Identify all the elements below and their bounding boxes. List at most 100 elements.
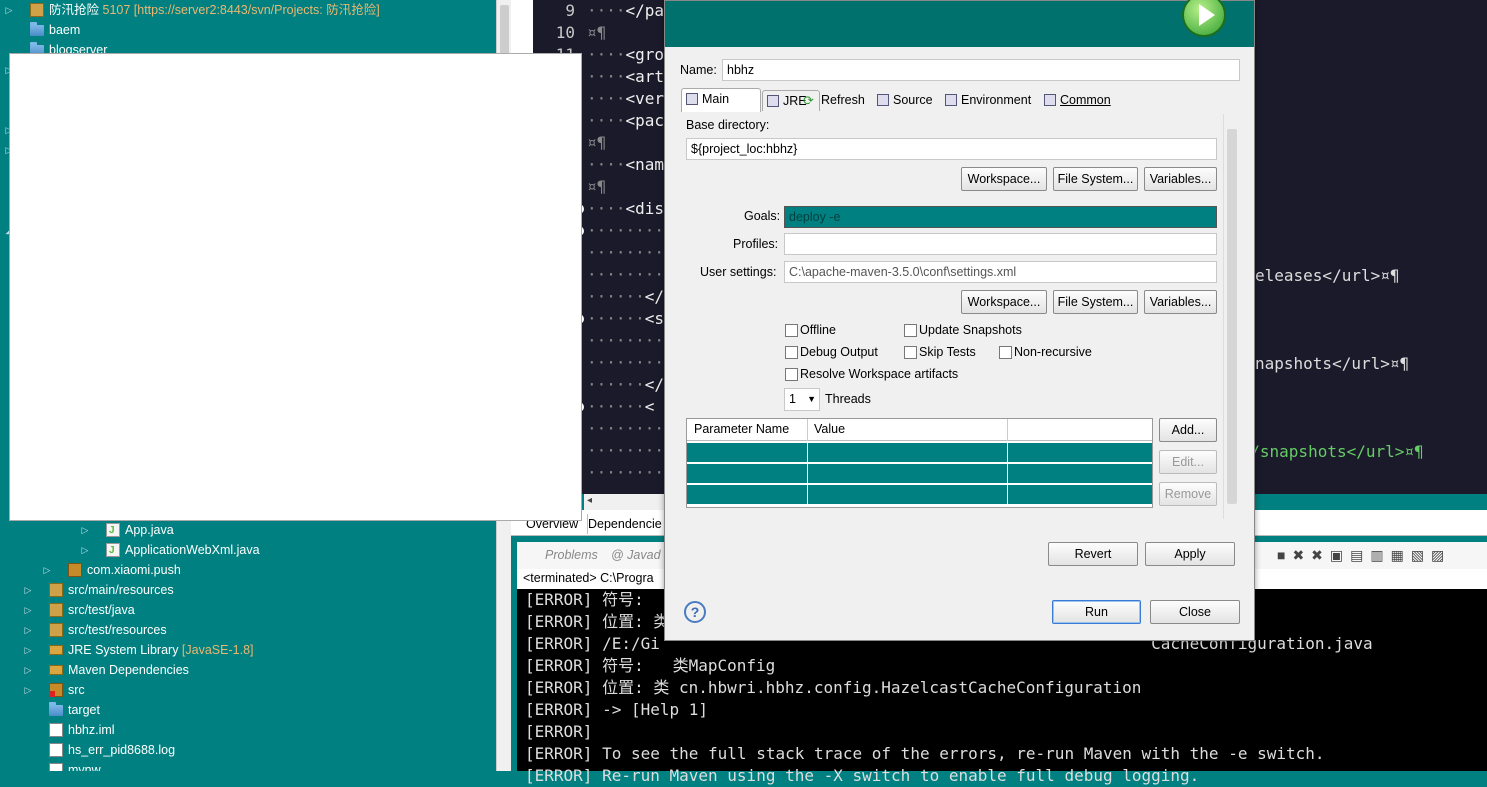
parameter-table[interactable]: Parameter Name Value — [686, 418, 1153, 508]
edit-button[interactable]: Edit... — [1159, 450, 1217, 474]
code-line[interactable]: ····<pac — [587, 110, 664, 132]
tab-source[interactable]: Source — [873, 90, 937, 111]
tree-row[interactable]: ▷ src — [0, 680, 496, 700]
tree-row[interactable]: hs_err_pid8688.log — [0, 740, 496, 760]
code-line[interactable]: ········ — [587, 330, 664, 352]
code-line[interactable]: ¤¶ — [587, 22, 606, 44]
config-scroll-thumb[interactable] — [1227, 129, 1237, 504]
tab-refresh[interactable]: ⟳ Refresh — [801, 90, 871, 111]
revert-button[interactable]: Revert — [1048, 542, 1138, 566]
console-line: [ERROR] -> [Help 1] — [525, 700, 709, 719]
skip-tests-checkbox[interactable]: Skip Tests — [904, 344, 976, 360]
tree-expand-icon[interactable]: ▷ — [23, 640, 33, 660]
tree-expand-icon[interactable]: ▷ — [23, 580, 33, 600]
code-line[interactable]: ····<gro — [587, 44, 664, 66]
code-line-tail[interactable]: es/snapshots</url>¤¶ — [1231, 441, 1424, 463]
tab-dependencies[interactable]: Dependencie — [587, 514, 662, 534]
code-line[interactable]: ····<dis — [587, 198, 664, 220]
tree-row[interactable]: ▷ JRE System Library [JavaSE-1.8] — [0, 640, 496, 660]
param-name-col[interactable]: Parameter Name — [694, 422, 789, 436]
tree-row[interactable]: hbhz.iml — [0, 720, 496, 740]
tree-row[interactable]: ▷ Maven Dependencies — [0, 660, 496, 680]
tree-row[interactable]: ▷ src/test/java — [0, 600, 496, 620]
code-line[interactable]: ····<ver — [587, 88, 664, 110]
goals-field[interactable]: deploy -e — [784, 206, 1217, 228]
tree-expand-icon[interactable]: ▷ — [23, 600, 33, 620]
tab-javadoc[interactable]: @ Javad — [611, 548, 661, 562]
code-line-tail[interactable]: eleases</url>¤¶ — [1255, 265, 1400, 287]
tree-expand-icon[interactable]: ▷ — [80, 540, 90, 560]
code-line[interactable]: ····<nam — [587, 154, 664, 176]
threads-label: Threads — [825, 392, 871, 406]
tree-row[interactable]: baem — [0, 20, 496, 40]
debug-output-checkbox[interactable]: Debug Output — [785, 344, 878, 360]
tree-row[interactable]: ▷ src/test/resources — [0, 620, 496, 640]
remove-button[interactable]: Remove — [1159, 482, 1217, 506]
tree-expand-icon[interactable]: ▷ — [4, 0, 14, 20]
code-line[interactable]: ······</ — [587, 374, 664, 396]
code-line[interactable]: ····</pa — [587, 0, 664, 22]
code-line[interactable]: ········ — [587, 242, 664, 264]
tree-expand-icon[interactable]: ▷ — [80, 520, 90, 540]
tab-environment[interactable]: Environment — [941, 90, 1039, 111]
code-line[interactable]: ······< — [587, 396, 654, 418]
code-line[interactable]: ¤¶ — [587, 176, 606, 198]
base-directory-field[interactable]: ${project_loc:hbhz} — [686, 138, 1217, 160]
code-line[interactable]: ····<art — [587, 66, 664, 88]
tree-expand-icon[interactable]: ▷ — [23, 660, 33, 680]
profiles-label: Profiles: — [733, 237, 779, 251]
code-line[interactable]: ········ — [587, 418, 664, 440]
threads-select[interactable]: 1 ▼ — [784, 388, 820, 411]
tree-expand-icon[interactable]: ▷ — [42, 560, 52, 580]
tree-row[interactable]: ▷ App.java — [0, 520, 496, 541]
close-button[interactable]: Close — [1150, 600, 1240, 624]
file-system-button[interactable]: File System... — [1053, 167, 1138, 191]
tree-expand-icon[interactable]: ▷ — [23, 620, 33, 640]
code-line[interactable]: ········ — [587, 264, 664, 286]
console-tool-icons[interactable]: ■✖✖▣▤▥▦▧▨ — [1277, 547, 1451, 564]
tree-row[interactable]: mvnw — [0, 760, 496, 771]
editor-hscroll[interactable]: ◂ — [584, 494, 669, 510]
tree-item-label: 防汛抢险 5107 [https://server2:8443/svn/Proj… — [49, 3, 380, 17]
file-system-button-2[interactable]: File System... — [1053, 290, 1138, 314]
table-row[interactable] — [687, 464, 1152, 484]
code-line[interactable]: ········ — [587, 462, 664, 484]
run-button[interactable]: Run — [1052, 600, 1141, 624]
scroll-left-icon[interactable]: ◂ — [587, 495, 592, 506]
tree-row[interactable]: ▷ src/main/resources — [0, 580, 496, 600]
variables-button[interactable]: Variables... — [1144, 167, 1217, 191]
workspace-button[interactable]: Workspace... — [961, 167, 1047, 191]
tree-row[interactable]: target — [0, 700, 496, 720]
update-snapshots-checkbox[interactable]: Update Snapshots — [904, 322, 1022, 338]
table-row[interactable] — [687, 443, 1152, 463]
tree-expand-icon[interactable]: ▷ — [23, 680, 33, 700]
code-line[interactable]: ········< — [587, 220, 674, 242]
help-icon[interactable]: ? — [684, 601, 706, 623]
profiles-field[interactable] — [784, 233, 1217, 255]
code-line[interactable]: ······</ — [587, 286, 664, 308]
tab-problems[interactable]: Problems — [545, 548, 598, 562]
offline-checkbox[interactable]: Offline — [785, 322, 836, 338]
code-line[interactable]: ········ — [587, 352, 664, 374]
code-line[interactable]: ········ — [587, 440, 664, 462]
variables-button-2[interactable]: Variables... — [1144, 290, 1217, 314]
config-scrollbar[interactable] — [1223, 114, 1239, 519]
config-tabs: Main JRE ⟳ Refresh Source Environment Com… — [681, 88, 1242, 113]
apply-button[interactable]: Apply — [1145, 542, 1235, 566]
add-button[interactable]: Add... — [1159, 418, 1217, 442]
table-row[interactable] — [687, 485, 1152, 505]
tree-row[interactable]: ▷ ApplicationWebXml.java — [0, 540, 496, 561]
tree-row[interactable]: ▷ com.xiaomi.push — [0, 560, 496, 580]
tree-row[interactable]: ▷ 防汛抢险 5107 [https://server2:8443/svn/Pro… — [0, 0, 496, 20]
code-line-tail[interactable]: napshots</url>¤¶ — [1255, 353, 1409, 375]
tab-common[interactable]: Common — [1040, 90, 1118, 111]
resolve-workspace-checkbox[interactable]: Resolve Workspace artifacts — [785, 366, 958, 382]
code-line[interactable]: ¤¶ — [587, 132, 606, 154]
non-recursive-checkbox[interactable]: Non-recursive — [999, 344, 1092, 360]
value-col[interactable]: Value — [814, 422, 845, 436]
code-line[interactable]: ······<s — [587, 308, 664, 330]
tab-main[interactable]: Main — [681, 88, 761, 112]
user-settings-field[interactable]: C:\apache-maven-3.5.0\conf\settings.xml — [784, 261, 1217, 283]
name-field[interactable]: hbhz — [722, 59, 1240, 81]
workspace-button-2[interactable]: Workspace... — [961, 290, 1047, 314]
